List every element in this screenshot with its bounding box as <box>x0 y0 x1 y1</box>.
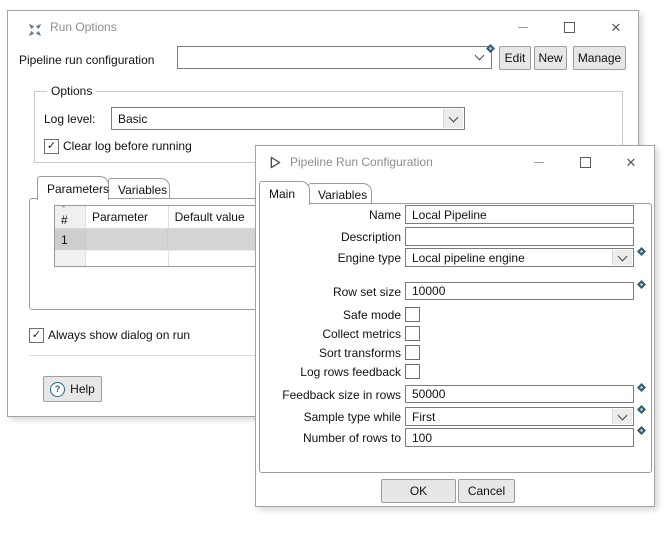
variable-icon <box>637 278 646 287</box>
clear-log-label: Clear log before running <box>63 139 192 153</box>
maximize-button[interactable] <box>572 153 598 172</box>
ok-button[interactable]: OK <box>381 479 456 503</box>
parameter-cell <box>86 251 169 266</box>
tab-variables[interactable]: Variables <box>308 183 372 205</box>
chevron-down-icon <box>618 410 628 420</box>
sample-type-label: Sample type while <box>256 410 401 424</box>
edit-button[interactable]: Edit <box>499 46 531 70</box>
minimize-icon <box>534 162 544 163</box>
log-rows-feedback-label: Log rows feedback <box>256 365 401 379</box>
description-field[interactable] <box>405 227 634 246</box>
maximize-icon <box>580 157 591 168</box>
column-header-num[interactable]: ˆ # <box>55 206 86 228</box>
column-header-parameter[interactable]: Parameter <box>86 206 169 228</box>
name-field[interactable]: Local Pipeline <box>405 205 634 224</box>
combo-dropdown-button[interactable] <box>612 409 632 424</box>
pipeline-run-config-label: Pipeline run configuration <box>19 53 154 67</box>
sort-transforms-checkbox[interactable] <box>405 345 420 360</box>
always-show-dialog-checkbox[interactable]: ✓ <box>29 328 44 343</box>
row-set-size-field[interactable]: 10000 <box>405 282 634 300</box>
log-level-value: Basic <box>118 112 147 126</box>
close-button[interactable]: ✕ <box>603 18 629 37</box>
dialog-title: Run Options <box>50 20 117 34</box>
combo-dropdown-button[interactable] <box>612 250 632 265</box>
clear-log-checkbox[interactable]: ✓ <box>44 139 59 154</box>
variable-icon <box>637 403 646 412</box>
safe-mode-checkbox[interactable] <box>405 307 420 322</box>
new-button[interactable]: New <box>534 46 567 70</box>
manage-button[interactable]: Manage <box>573 46 626 70</box>
log-level-label: Log level: <box>44 112 95 126</box>
maximize-button[interactable] <box>556 18 582 37</box>
minimize-icon <box>518 27 528 28</box>
feedback-size-field[interactable]: 50000 <box>405 385 634 403</box>
safe-mode-label: Safe mode <box>256 308 401 322</box>
pipeline-run-config-combo[interactable] <box>177 46 492 69</box>
collect-metrics-label: Collect metrics <box>256 327 401 341</box>
tab-parameters[interactable]: Parameters <box>37 176 109 200</box>
parameter-cell[interactable] <box>86 229 168 250</box>
chevron-down-icon <box>449 112 459 122</box>
feedback-size-label: Feedback size in rows <box>256 388 401 402</box>
close-button[interactable]: ✕ <box>618 153 644 172</box>
pipeline-run-configuration-dialog: Pipeline Run Configuration ✕ Main Variab… <box>255 145 655 507</box>
help-button[interactable]: ? Help <box>43 376 102 402</box>
chevron-down-icon <box>475 51 485 61</box>
collect-metrics-checkbox[interactable] <box>405 326 420 341</box>
dialog-title: Pipeline Run Configuration <box>290 155 433 169</box>
log-rows-feedback-checkbox[interactable] <box>405 364 420 379</box>
variable-icon <box>637 424 646 433</box>
tab-main[interactable]: Main <box>259 181 310 205</box>
checkmark-icon: ✓ <box>32 330 41 341</box>
sample-type-combo[interactable]: First <box>405 407 634 426</box>
minimize-button[interactable] <box>510 18 536 37</box>
minimize-button[interactable] <box>526 153 552 172</box>
name-label: Name <box>256 208 401 222</box>
help-icon: ? <box>50 382 65 397</box>
variable-icon <box>486 42 495 51</box>
checkmark-icon: ✓ <box>47 141 56 152</box>
engine-type-combo[interactable]: Local pipeline engine <box>405 248 634 267</box>
log-level-combo[interactable]: Basic <box>111 107 465 130</box>
sort-transforms-label: Sort transforms <box>256 346 401 360</box>
play-outline-icon <box>269 156 282 172</box>
description-label: Description <box>256 230 401 244</box>
number-of-rows-label: Number of rows to <box>256 431 401 445</box>
variable-icon <box>637 245 646 254</box>
options-group-legend: Options <box>47 84 96 98</box>
screen: Run Options ✕ Pipeline run configuration… <box>0 0 667 546</box>
sort-asc-icon: ˆ <box>62 206 65 214</box>
number-of-rows-field[interactable]: 100 <box>405 428 634 447</box>
chevron-down-icon <box>618 251 628 261</box>
row-number-cell <box>55 251 86 266</box>
hop-logo-icon <box>28 23 42 40</box>
tab-variables[interactable]: Variables <box>108 178 170 200</box>
cancel-button[interactable]: Cancel <box>458 479 515 503</box>
maximize-icon <box>564 22 575 33</box>
always-show-dialog-label: Always show dialog on run <box>48 328 190 342</box>
row-set-size-label: Row set size <box>256 285 401 299</box>
row-number-cell: 1 <box>55 229 86 250</box>
engine-type-label: Engine type <box>256 251 401 265</box>
variable-icon <box>637 381 646 390</box>
combo-dropdown-button[interactable] <box>443 109 463 128</box>
close-icon: ✕ <box>611 21 622 34</box>
close-icon: ✕ <box>626 156 637 169</box>
